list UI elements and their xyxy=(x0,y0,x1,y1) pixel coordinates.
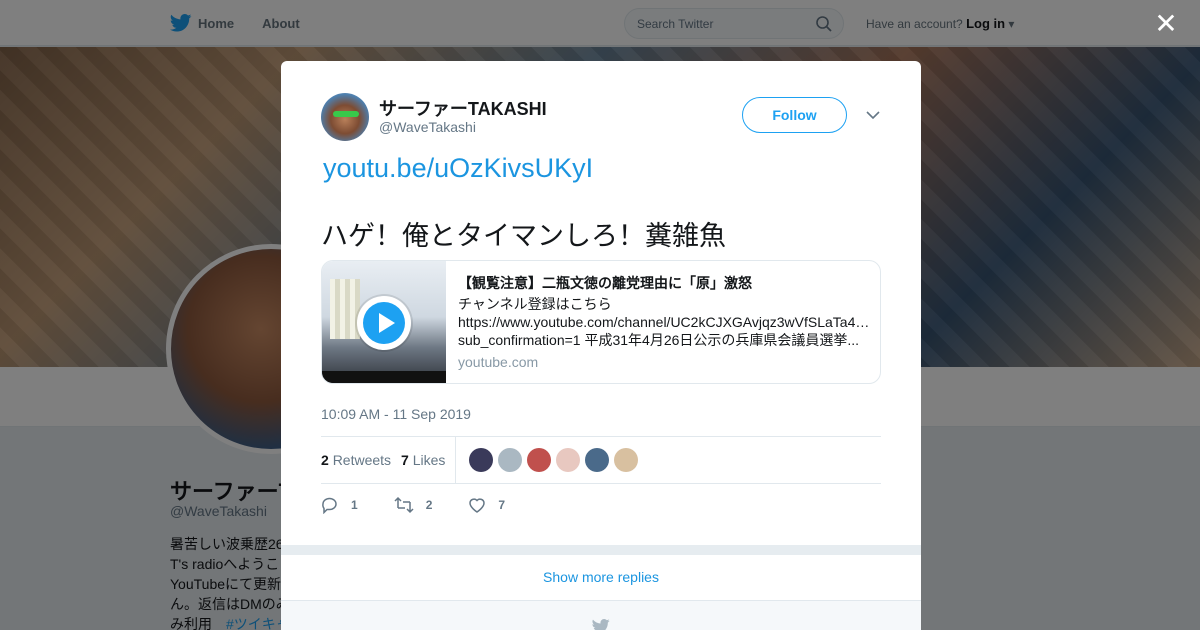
liker-avatar-6[interactable] xyxy=(614,448,638,472)
play-icon-inner xyxy=(363,302,405,344)
liker-avatar-1[interactable] xyxy=(469,448,493,472)
reply-count: 1 xyxy=(351,498,358,512)
likers-list xyxy=(469,448,638,472)
avatar[interactable] xyxy=(321,93,369,141)
tweet-text: ハゲ！俺とタイマンしろ！糞雑魚 xyxy=(321,221,726,251)
play-triangle xyxy=(379,313,395,333)
tweet-link[interactable]: youtu.be/uOzKivsUKyI xyxy=(323,153,593,184)
author-name[interactable]: サーファーTAKASHI xyxy=(379,95,547,121)
reply-icon xyxy=(322,497,337,514)
reply-button[interactable]: 1 xyxy=(321,495,358,515)
card-desc-line: チャンネル登録はこちら xyxy=(458,296,612,312)
stats-divider xyxy=(455,437,456,484)
card-description: チャンネル登録はこちら https://www.youtube.com/chan… xyxy=(458,295,870,349)
link-preview-card[interactable]: 【観覧注意】二瓶文徳の離党理由に「原」激怒 チャンネル登録はこちら https:… xyxy=(321,260,881,384)
thread-separator xyxy=(281,545,921,555)
tweet-modal: サーファーTAKASHI @WaveTakashi Follow youtu.b… xyxy=(281,61,921,630)
thumbnail-window xyxy=(330,279,360,339)
card-domain: youtube.com xyxy=(458,354,539,370)
close-icon[interactable]: ✕ xyxy=(1154,10,1178,38)
retweet-icon xyxy=(394,496,414,514)
tweet-timestamp[interactable]: 10:09 AM - 11 Sep 2019 xyxy=(321,406,471,422)
modal-footer xyxy=(281,601,921,630)
heart-icon xyxy=(469,498,486,513)
retweet-button[interactable]: 2 xyxy=(394,495,433,515)
retweet-count: 2 xyxy=(425,498,433,512)
card-desc-line: https://www.youtube.com/channel/UC2kCJXG… xyxy=(458,314,870,330)
liker-avatar-4[interactable] xyxy=(556,448,580,472)
chevron-down-icon[interactable] xyxy=(865,107,881,123)
card-title: 【観覧注意】二瓶文徳の離党理由に「原」激怒 xyxy=(458,275,752,291)
liker-avatar-5[interactable] xyxy=(585,448,609,472)
like-count: 7 xyxy=(498,498,506,512)
thumbnail-bar xyxy=(322,371,446,383)
follow-button[interactable]: Follow xyxy=(742,97,847,133)
retweets-stat[interactable]: 2 Retweets xyxy=(321,452,391,468)
play-icon[interactable] xyxy=(357,296,411,350)
tweet-actions: 1 2 7 xyxy=(321,495,541,515)
card-desc-line: sub_confirmation=1 平成31年4月26日公示の兵庫県会議員選挙… xyxy=(458,332,860,348)
liker-avatar-2[interactable] xyxy=(498,448,522,472)
video-thumbnail[interactable] xyxy=(322,261,446,383)
like-button[interactable]: 7 xyxy=(468,495,505,515)
tweet-stats: 2 Retweets 7 Likes xyxy=(321,436,881,484)
likes-stat[interactable]: 7 Likes xyxy=(401,452,445,468)
twitter-bird-icon xyxy=(592,619,610,630)
liker-avatar-3[interactable] xyxy=(527,448,551,472)
show-more-replies-link[interactable]: Show more replies xyxy=(281,555,921,601)
author-handle[interactable]: @WaveTakashi xyxy=(379,119,476,135)
